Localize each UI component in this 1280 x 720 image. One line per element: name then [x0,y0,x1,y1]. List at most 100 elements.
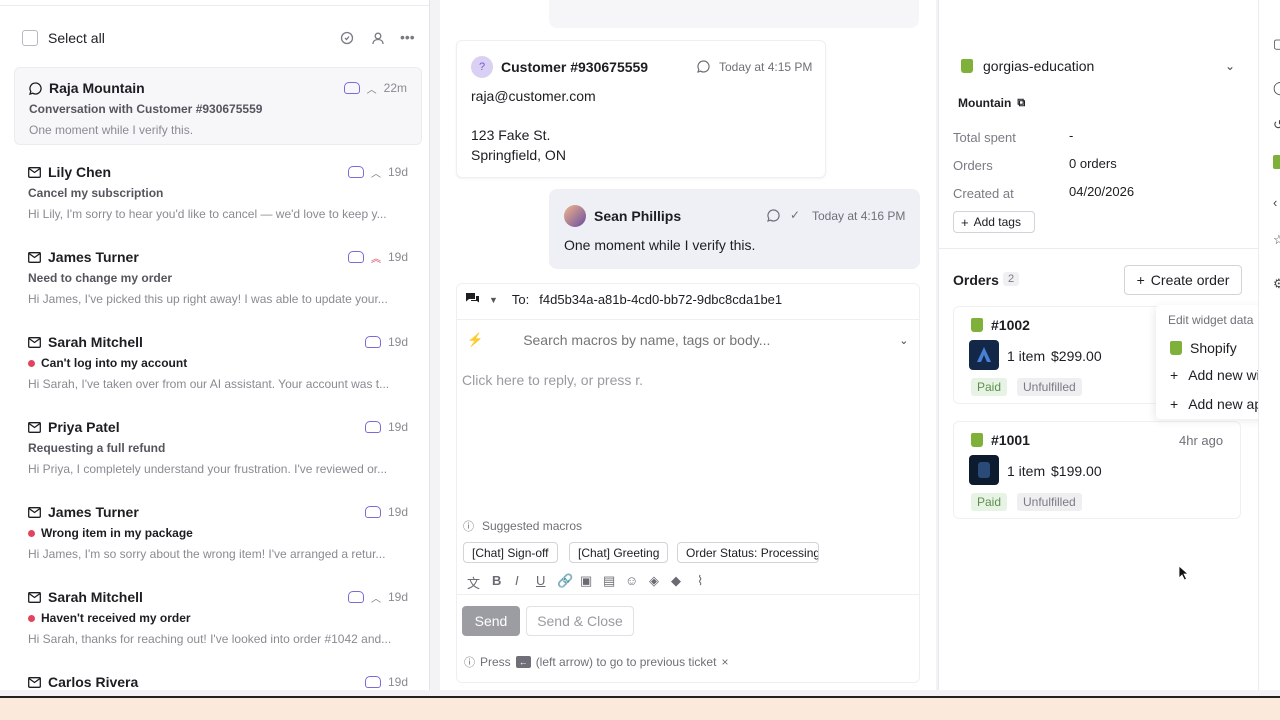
hint-prefix: Press [480,655,511,669]
payment-status-badge: Paid [971,493,1008,511]
channel-dropdown-icon[interactable]: ▼ [489,295,498,305]
macro-chip[interactable]: [Chat] Greeting [569,542,669,563]
created-value: 04/20/2026 [1069,184,1135,199]
macro-search-input[interactable] [523,332,894,348]
rail-shopify-icon[interactable] [1273,155,1280,169]
customer-email: raja@customer.com [471,88,596,104]
priority-high-icon: ︿ [370,593,381,605]
ticket-subject-text: Requesting a full refund [28,441,166,455]
ticket-list-item[interactable]: Priya Patel 19d Requesting a full refund Hi… [14,407,422,485]
email-icon [28,591,41,603]
product-thumbnail [969,455,999,485]
email-icon [28,251,41,263]
ticket-preview: Hi Sarah, thanks for reaching out! I've … [28,632,392,646]
select-all-checkbox[interactable] [22,30,38,46]
add-tags-button[interactable]: + Add tags [953,211,1035,233]
rail-code-icon[interactable]: ‹ [1273,195,1277,210]
lightning-icon: ⚡ [467,332,484,347]
widget-menu-title: Edit widget data [1168,313,1254,327]
link-icon[interactable]: 🔗 [557,573,573,589]
channel-inbox-icon [347,251,364,263]
ticket-subject: Requesting a full refund [28,441,408,455]
more-actions-icon[interactable]: ••• [400,29,415,45]
reply-input[interactable]: Click here to reply, or press r. [462,372,643,388]
image-icon[interactable]: ▣ [580,573,592,589]
customer-sender[interactable]: Customer #930675559 [501,59,648,75]
widget-menu-item-add-app[interactable]: + Add new app [1170,396,1270,412]
channel-chat-icon[interactable] [465,292,480,308]
select-all[interactable]: Select all [22,30,105,46]
ticket-list-item[interactable]: Sarah Mitchell ︿ 19d Haven't received my or… [14,577,422,655]
add-tags-label: Add tags [973,215,1021,229]
urgent-dot-icon [28,530,35,537]
rail-ticket-icon[interactable]: ▢ [1273,36,1280,52]
create-order-button[interactable]: + Create order [1124,265,1242,295]
video-icon[interactable]: ▤ [603,573,615,589]
channel-inbox-icon [347,166,364,178]
translate-icon[interactable]: 文 [467,573,480,592]
widget-menu-item-shopify[interactable]: Shopify [1170,340,1237,356]
shopify-bag-icon[interactable]: ◈ [649,573,659,589]
hint-close-icon[interactable]: × [721,655,728,669]
ticket-list-item[interactable]: Raja Mountain ︿ 22m Conversation with Custo… [14,67,422,145]
shopify-icon [971,433,983,447]
previous-message-stub [549,0,919,28]
ticket-time: 19d [387,250,408,264]
ticket-list-item[interactable]: Carlos Rivera 19d [14,662,422,690]
order-card[interactable]: #1001 4hr ago 1 item $199.00 Paid Unfulf… [953,421,1241,519]
ticket-list-item[interactable]: James Turner 19d Wrong item in my package H… [14,492,422,570]
store-selector[interactable]: gorgias-education ⌄ [953,51,1243,81]
macro-chip[interactable]: Order Status: Processing [677,542,819,563]
agent-sender[interactable]: Sean Phillips [594,208,681,224]
rail-user-icon[interactable]: ◯ [1273,80,1280,96]
ticket-subject-text: Haven't received my order [41,611,191,625]
macro-chip[interactable]: [Chat] Sign-off [463,542,558,563]
order-number[interactable]: #1002 [991,317,1030,333]
order-price: $299.00 [1051,348,1102,364]
order-items: 1 item [1007,463,1046,479]
rail-history-icon[interactable]: ↺ [1273,117,1280,133]
ticket-time: 19d [387,335,408,349]
ticket-list-item[interactable]: James Turner ︽ 19d Need to change my order H… [14,237,422,315]
payment-status-badge: Paid [971,378,1008,396]
ticket-subject-text: Cancel my subscription [28,186,164,200]
hint-suffix: (left arrow) to go to previous ticket [535,655,717,669]
ticket-list-item[interactable]: Lily Chen ︿ 19d Cancel my subscription Hi Li… [14,152,422,230]
ticket-customer-name: Lily Chen [48,164,112,180]
snooze-icon[interactable] [340,31,354,48]
ticket-time: 19d [387,420,408,434]
rail-settings-icon[interactable]: ⚙ [1273,276,1280,292]
bold-icon[interactable]: B [492,573,501,588]
plus-icon: + [1170,367,1179,383]
chat-bubble-icon [29,81,42,95]
ticket-customer-name: Raja Mountain [49,80,145,96]
mouse-cursor-icon [1178,565,1190,581]
agent-avatar [564,205,586,227]
customer-address-2: Springfield, ON [471,147,566,163]
info-icon: ⓘ [463,521,474,533]
attachment-icon[interactable]: ⌇ [697,573,703,589]
ticket-subject-text: Conversation with Customer #930675559 [29,102,263,116]
send-button[interactable]: Send [462,606,520,636]
underline-icon[interactable]: U [536,573,545,588]
plus-icon: + [961,214,969,230]
ticket-customer-name: Sarah Mitchell [48,589,143,605]
created-label: Created at [953,186,1014,201]
suggested-macros-label: Suggested macros [482,519,583,533]
assign-user-icon[interactable] [371,31,385,48]
email-icon [28,166,41,178]
customer-link[interactable]: Mountain ⧉ [958,96,1025,110]
rail-star-icon[interactable]: ☆ [1273,232,1280,248]
external-link-icon[interactable]: ⧉ [1017,97,1025,110]
to-value[interactable]: f4d5b34a-a81b-4cd0-bb72-9dbc8cda1be1 [539,292,782,307]
send-close-button[interactable]: Send & Close [526,606,634,636]
ticket-preview: Hi Sarah, I've taken over from our AI as… [28,377,390,391]
ticket-preview: Hi James, I've picked this up right away… [28,292,388,306]
emoji-icon[interactable]: ☺ [625,573,638,588]
ticket-list-item[interactable]: Sarah Mitchell 19d Can't log into my accou… [14,322,422,400]
italic-icon[interactable]: I [515,573,519,588]
tag-icon[interactable]: ◆ [671,573,681,589]
order-number[interactable]: #1001 [991,432,1030,448]
composer-divider [456,594,920,595]
chevron-down-icon[interactable]: ⌄ [899,334,908,347]
